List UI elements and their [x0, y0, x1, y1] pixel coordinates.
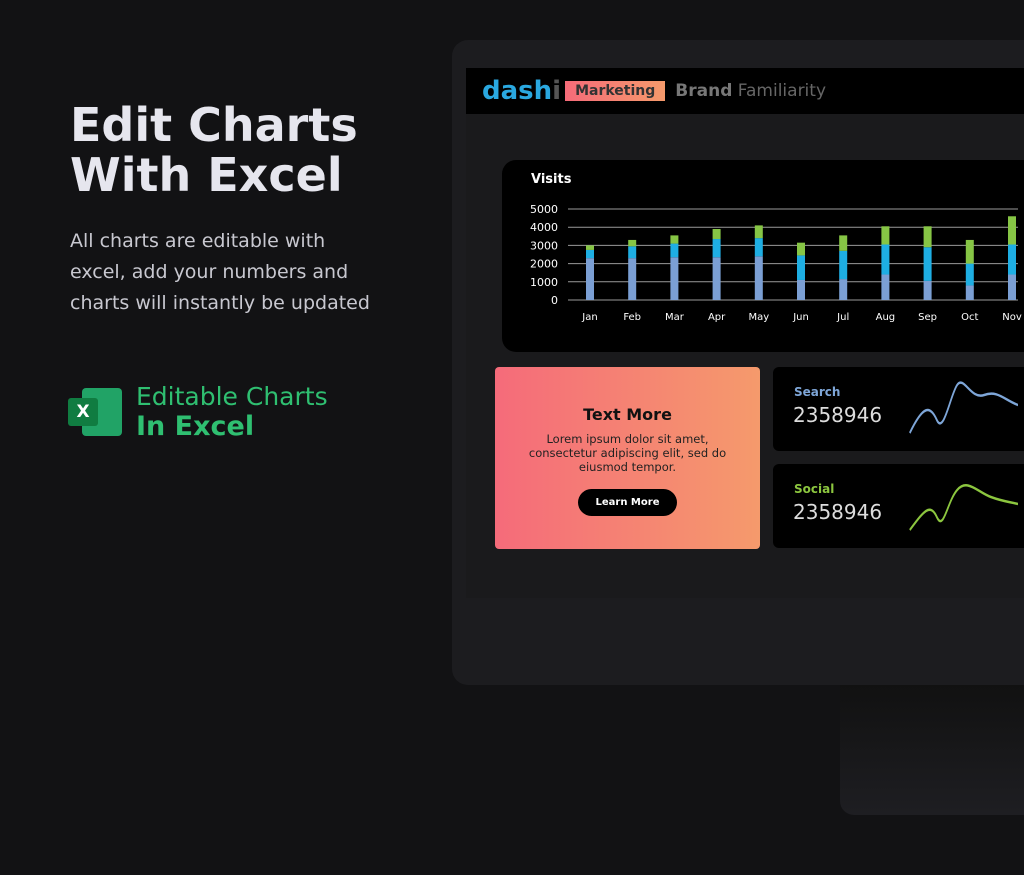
monitor-stand	[840, 685, 1024, 815]
badge-line-1: Editable Charts	[136, 382, 328, 411]
x-tick-label: Aug	[876, 312, 896, 323]
bar-segment	[754, 238, 763, 257]
visits-chart: 0 1000 2000 3000 4000 5000 Jan Feb Mar Apr May Jun J…	[530, 203, 1022, 323]
bar-segment	[923, 247, 932, 281]
x-tick-label: Mar	[665, 312, 685, 323]
learn-more-button[interactable]: Learn More	[577, 489, 678, 516]
title-line-1: Edit Charts	[70, 98, 358, 152]
x-tick-label: Jan	[581, 312, 597, 323]
bar-segment	[586, 249, 594, 259]
page-title: Brand Familiarity	[675, 81, 827, 101]
bar-segment	[881, 244, 890, 275]
stat-label: Social	[794, 482, 835, 496]
bar-segment	[797, 279, 805, 300]
bar-segment	[923, 226, 932, 248]
hero-description: All charts are editable with excel, add …	[70, 230, 370, 314]
bar-segment	[586, 258, 594, 300]
social-stat-card: Social 2358946	[773, 464, 1024, 548]
bar-segment	[586, 245, 594, 250]
visits-chart-card: Visits 0 1000 2000 3000 4000 5000 Jan Feb Mar Apr…	[502, 160, 1024, 352]
bar-segment	[797, 242, 805, 256]
bar-segment	[712, 229, 721, 240]
x-tick-label: Apr	[708, 312, 726, 323]
title-line-2: With Excel	[70, 148, 343, 202]
promo-body: Lorem ipsum dolor sit amet, consectetur …	[528, 432, 727, 474]
bar-segment	[1008, 216, 1016, 245]
bar-segment	[839, 279, 848, 300]
chart-title: Visits	[531, 172, 572, 187]
bar-segment	[965, 263, 974, 286]
logo: dashi	[482, 76, 562, 106]
promo-title: Text More	[583, 405, 672, 424]
bar-segment	[628, 246, 637, 259]
x-tick-label: Oct	[961, 312, 978, 323]
x-tick-label: Nov	[1002, 312, 1022, 323]
bar-segment	[881, 274, 890, 300]
y-tick-label: 0	[551, 294, 558, 307]
bar-segment	[839, 235, 848, 251]
bar-segment	[628, 258, 637, 300]
search-sparkline	[909, 381, 1018, 434]
bar-segment	[1008, 244, 1016, 275]
y-tick-label: 3000	[530, 239, 558, 252]
excel-badge: X Editable Charts In Excel	[68, 382, 328, 442]
bar-segment	[965, 239, 974, 264]
x-tick-label: Jun	[792, 312, 809, 323]
search-stat-card: Search 2358946	[773, 367, 1024, 451]
y-tick-label: 1000	[530, 276, 558, 289]
bar-segment	[712, 257, 721, 300]
excel-icon: X	[68, 386, 122, 438]
bar-segment	[754, 256, 763, 300]
bar-segment	[797, 255, 805, 280]
x-tick-label: May	[748, 312, 769, 323]
top-bar: dashi Marketing Brand Familiarity	[466, 68, 1024, 114]
bar-segment	[670, 235, 679, 244]
x-tick-label: Jul	[836, 312, 849, 323]
dashboard-screen: dashi Marketing Brand Familiarity Visits…	[466, 68, 1024, 598]
bar-segment	[839, 250, 848, 280]
hero: Edit Charts With Excel All charts are edi…	[70, 100, 390, 319]
badge-line-2: In Excel	[136, 411, 255, 442]
social-sparkline	[909, 484, 1018, 531]
marketing-tag[interactable]: Marketing	[565, 81, 666, 101]
stat-label: Search	[794, 385, 841, 399]
bar-segment	[670, 257, 679, 300]
hero-title: Edit Charts With Excel	[70, 100, 390, 200]
y-tick-label: 2000	[530, 258, 558, 271]
bar-segment	[628, 239, 637, 247]
promo-card: Text More Lorem ipsum dolor sit amet, co…	[495, 367, 760, 549]
x-tick-label: Sep	[918, 312, 937, 323]
bar-segment	[965, 285, 974, 300]
bar-segment	[923, 280, 932, 300]
bar-segment	[754, 225, 763, 239]
x-tick-label: Feb	[623, 312, 641, 323]
bar-segment	[712, 239, 721, 258]
bar-segment	[1008, 274, 1016, 300]
y-tick-label: 5000	[530, 203, 558, 216]
bar-segment	[881, 226, 890, 245]
bar-segment	[670, 243, 679, 258]
y-tick-label: 4000	[530, 221, 558, 234]
stat-value: 2358946	[793, 500, 883, 524]
stat-value: 2358946	[793, 403, 883, 427]
